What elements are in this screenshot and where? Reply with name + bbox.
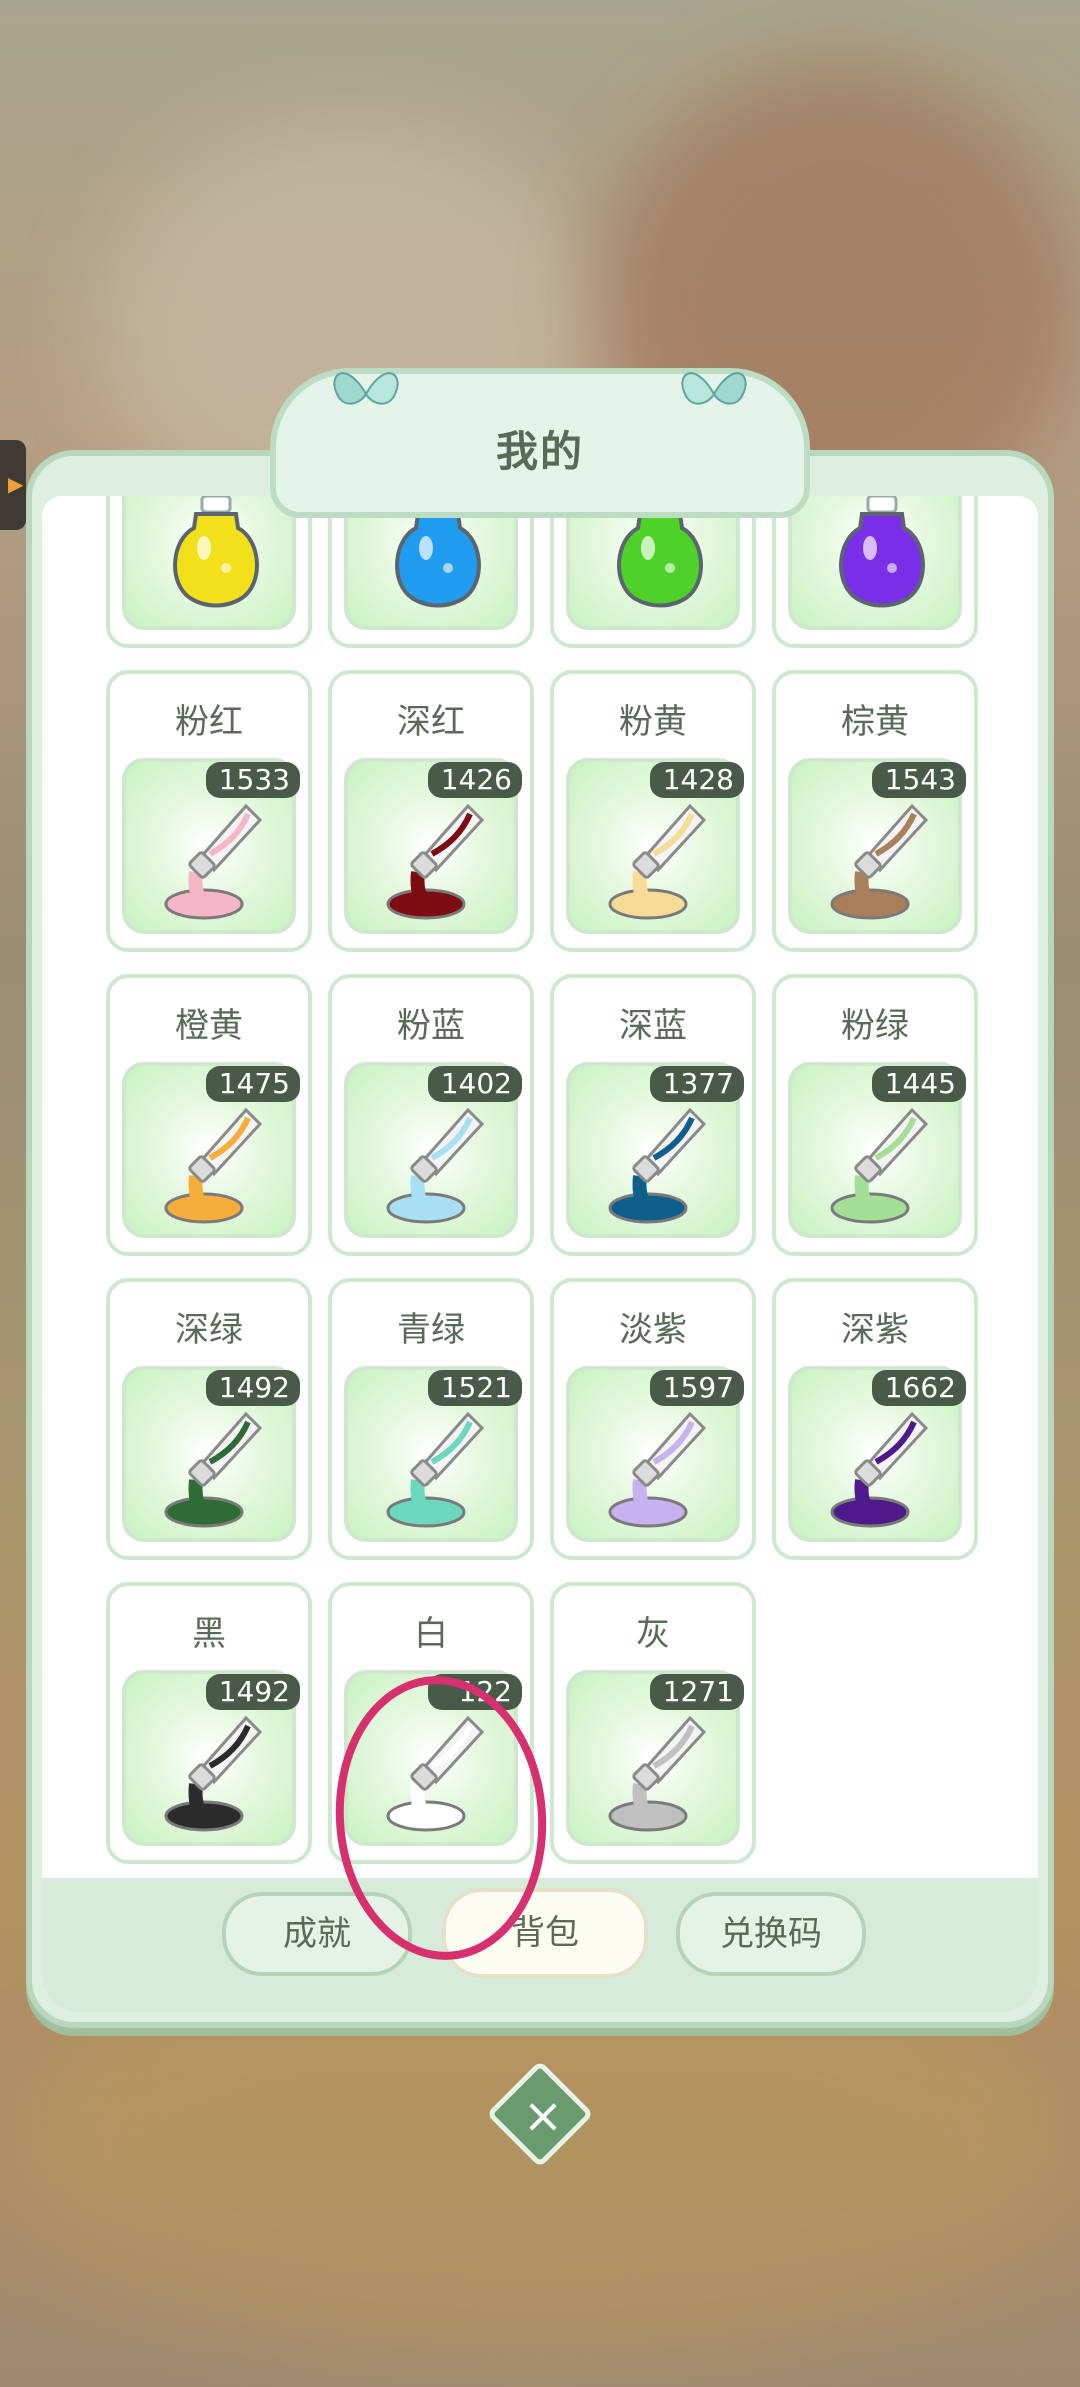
side-drawer-handle[interactable]: ▶	[0, 440, 26, 530]
paint-tube-icon	[830, 803, 929, 920]
inventory-scroll-area[interactable]: 黄1470蓝1481绿1468紫1530 粉红 1533 深红 1426 粉黄 1428 棕黄…	[42, 496, 1038, 1906]
item-count-badge: 1402	[428, 1066, 522, 1102]
butterfly-icon	[674, 354, 754, 424]
item-name: 深蓝	[619, 1006, 687, 1046]
item-name: 深紫	[841, 1310, 909, 1350]
inventory-item[interactable]: 黄1470	[106, 496, 312, 648]
item-name: 粉红	[175, 702, 243, 742]
item-name: 深绿	[175, 1310, 243, 1350]
inventory-item[interactable]: 灰 1271	[550, 1582, 756, 1864]
tab-redeem-code[interactable]: 兑换码	[676, 1892, 866, 1976]
paint-tube-icon	[608, 1107, 707, 1224]
inventory-item[interactable]: 深紫 1662	[772, 1278, 978, 1560]
potion-bottle-icon	[839, 496, 925, 608]
paint-tube-icon	[830, 1411, 929, 1528]
item-count-badge: 1475	[206, 1066, 300, 1102]
item-name: 淡紫	[619, 1310, 687, 1350]
item-count-badge: 1597	[650, 1370, 744, 1406]
inventory-item[interactable]: 淡紫 1597	[550, 1278, 756, 1560]
paint-tube-icon	[386, 1715, 485, 1832]
tab-bar: 成就 背包 兑换码	[42, 1878, 1038, 2012]
item-count-badge: 1521	[428, 1370, 522, 1406]
paint-tube-icon	[830, 1107, 929, 1224]
item-count-badge: 1543	[872, 762, 966, 798]
potion-bottle-icon	[173, 496, 259, 608]
inventory-item[interactable]: 绿1468	[550, 496, 756, 648]
item-count-badge: 122	[428, 1674, 522, 1710]
inventory-item[interactable]: 黑 1492	[106, 1582, 312, 1864]
close-icon: ×	[522, 2088, 564, 2144]
item-name: 棕黄	[841, 702, 909, 742]
item-count-badge: 1377	[650, 1066, 744, 1102]
title-plate: 我的	[270, 368, 810, 518]
paint-tube-icon	[164, 1715, 263, 1832]
inventory-item[interactable]: 青绿 1521	[328, 1278, 534, 1560]
paint-tube-icon	[386, 1107, 485, 1224]
paint-tube-icon	[608, 1715, 707, 1832]
item-icon-frame	[122, 496, 296, 630]
paint-tube-icon	[164, 1411, 263, 1528]
item-count-badge: 1426	[428, 762, 522, 798]
item-name: 灰	[636, 1614, 670, 1654]
butterfly-icon	[326, 354, 406, 424]
inventory-item[interactable]: 粉绿 1445	[772, 974, 978, 1256]
tab-backpack[interactable]: 背包	[442, 1888, 648, 1978]
inventory-item[interactable]: 粉红 1533	[106, 670, 312, 952]
item-name: 粉绿	[841, 1006, 909, 1046]
inventory-item[interactable]: 深蓝 1377	[550, 974, 756, 1256]
inventory-panel: 黄1470蓝1481绿1468紫1530 粉红 1533 深红 1426 粉黄 1428 棕黄…	[26, 450, 1054, 2028]
item-count-badge: 1492	[206, 1674, 300, 1710]
item-count-badge: 1662	[872, 1370, 966, 1406]
item-icon-frame	[788, 496, 962, 630]
item-count-badge: 1445	[872, 1066, 966, 1102]
inventory-item[interactable]: 白 122	[328, 1582, 534, 1864]
inventory-item[interactable]: 粉黄 1428	[550, 670, 756, 952]
inventory-item[interactable]: 深红 1426	[328, 670, 534, 952]
paint-tube-icon	[164, 1107, 263, 1224]
inventory-item[interactable]: 蓝1481	[328, 496, 534, 648]
item-name: 粉蓝	[397, 1006, 465, 1046]
inventory-item[interactable]: 橙黄 1475	[106, 974, 312, 1256]
inventory-item[interactable]: 深绿 1492	[106, 1278, 312, 1560]
item-count-badge: 1271	[650, 1674, 744, 1710]
paint-tube-icon	[608, 803, 707, 920]
item-name: 深红	[397, 702, 465, 742]
item-count-badge: 1492	[206, 1370, 300, 1406]
paint-tube-icon	[386, 1411, 485, 1528]
item-count-badge: 1428	[650, 762, 744, 798]
item-name: 黑	[192, 1614, 226, 1654]
item-name: 橙黄	[175, 1006, 243, 1046]
arrow-right-icon: ▶	[8, 472, 24, 496]
item-name: 粉黄	[619, 702, 687, 742]
paint-tube-icon	[164, 803, 263, 920]
inventory-item[interactable]: 棕黄 1543	[772, 670, 978, 952]
paint-tube-icon	[386, 803, 485, 920]
item-count-badge: 1533	[206, 762, 300, 798]
tab-achievements[interactable]: 成就	[222, 1892, 412, 1976]
inventory-item[interactable]: 粉蓝 1402	[328, 974, 534, 1256]
item-name: 白	[414, 1614, 448, 1654]
inventory-item[interactable]: 紫1530	[772, 496, 978, 648]
paint-tube-icon	[608, 1411, 707, 1528]
item-name: 青绿	[397, 1310, 465, 1350]
page-title: 我的	[495, 427, 584, 476]
